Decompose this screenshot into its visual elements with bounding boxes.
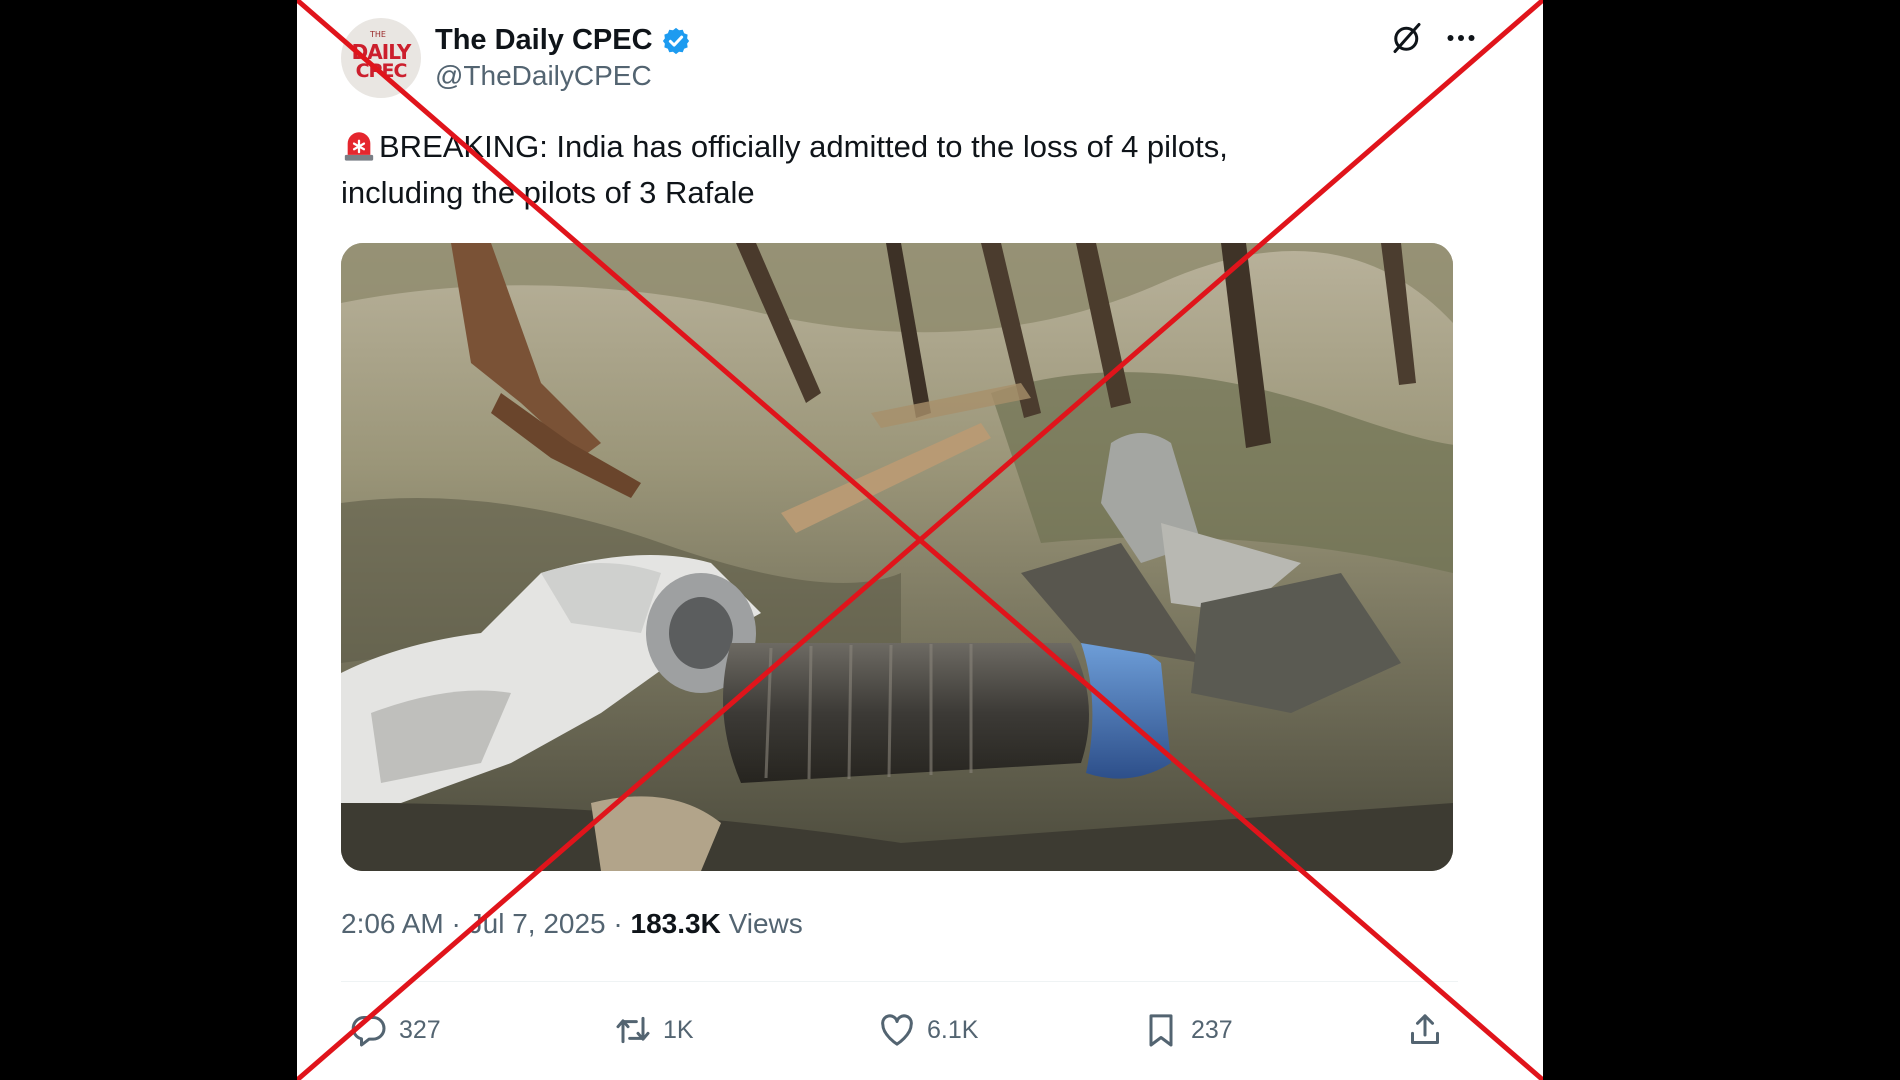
tweet-header: THE DAILY CPEC The Daily CPEC @TheDailyC… [341, 18, 1503, 98]
tweet-card: THE DAILY CPEC The Daily CPEC @TheDailyC… [297, 0, 1543, 1080]
tweet-meta: 2:06 AM · Jul 7, 2025 · 183.3K Views [341, 908, 803, 940]
reply-count: 327 [399, 1015, 441, 1044]
siren-icon [344, 132, 374, 161]
grok-icon[interactable] [1389, 20, 1425, 56]
repost-count: 1K [663, 1015, 694, 1044]
meta-separator: · [451, 908, 461, 939]
like-button[interactable]: 6.1K [877, 1000, 978, 1060]
views-label: Views [728, 908, 803, 939]
like-count: 6.1K [927, 1015, 979, 1044]
tweet-text: BREAKING: India has officially admitted … [341, 124, 1471, 216]
share-icon [1411, 1014, 1439, 1044]
crash-wreckage-photo [341, 243, 1453, 871]
author-name[interactable]: The Daily CPEC [435, 24, 653, 57]
avatar[interactable]: THE DAILY CPEC [341, 18, 421, 98]
post-time[interactable]: 2:06 AM [341, 908, 444, 939]
author-row: The Daily CPEC [435, 24, 691, 57]
share-button[interactable] [1405, 1000, 1455, 1060]
tweet-text-line1-content: BREAKING: India has officially admitted … [379, 129, 1228, 164]
post-date[interactable]: Jul 7, 2025 [469, 908, 606, 939]
views-count[interactable]: 183.3K [631, 908, 721, 939]
repost-icon [616, 1016, 650, 1044]
like-icon [881, 1014, 913, 1046]
tweet-text-line2-content: including the pilots of 3 Rafale [341, 175, 755, 210]
tweet-text-line-1: BREAKING: India has officially admitted … [341, 124, 1471, 170]
bookmark-count: 237 [1191, 1015, 1233, 1044]
more-icon[interactable] [1443, 20, 1479, 56]
meta-separator-2: · [613, 908, 623, 939]
repost-button[interactable]: 1K [613, 1000, 694, 1060]
bookmark-button[interactable]: 237 [1141, 1000, 1233, 1060]
verified-badge-icon [662, 27, 689, 54]
action-bar: 327 1K 6.1K 237 [297, 1000, 1543, 1060]
author-handle[interactable]: @TheDailyCPEC [435, 60, 652, 92]
avatar-tag-text: THE [370, 30, 386, 39]
reply-icon [351, 1015, 386, 1047]
actions-divider [341, 981, 1458, 982]
avatar-text-line2: CPEC [355, 60, 408, 82]
reply-button[interactable]: 327 [349, 1000, 441, 1060]
tweet-image[interactable] [341, 243, 1453, 871]
bookmark-icon [1149, 1014, 1173, 1047]
